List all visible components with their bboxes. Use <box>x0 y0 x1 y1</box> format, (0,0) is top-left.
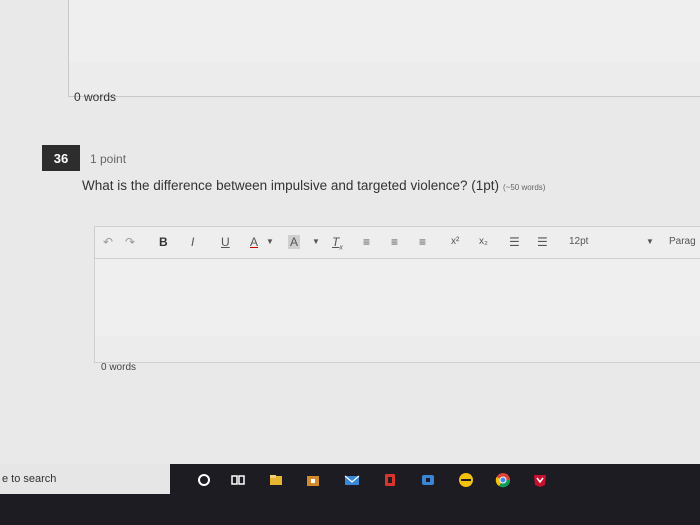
font-color-dropdown-icon[interactable]: ▼ <box>266 235 274 249</box>
superscript-button[interactable]: x² <box>451 235 459 249</box>
clear-formatting-icon[interactable]: Tx <box>332 235 343 255</box>
store-icon[interactable] <box>305 472 321 488</box>
align-center-icon[interactable]: ≡ <box>391 235 398 249</box>
editor-toolbar: ↶ ↷ B I U A ▼ A ▼ Tx ≡ ≡ ≡ x² x₂ ☰ ☰ 12p… <box>94 226 700 259</box>
taskbar-search-box[interactable]: e to search <box>0 464 170 494</box>
question-text: What is the difference between impulsive… <box>82 178 545 193</box>
previous-answer-editor[interactable] <box>68 0 700 63</box>
question-hint: (~50 words) <box>503 183 546 192</box>
undo-icon[interactable]: ↶ <box>103 235 113 249</box>
question-number-badge: 36 <box>42 145 80 171</box>
numbered-list-icon[interactable]: ☰ <box>537 235 548 249</box>
subscript-button[interactable]: x₂ <box>479 235 488 249</box>
question-points: 1 point <box>90 152 127 166</box>
mcafee-icon[interactable] <box>532 472 548 488</box>
sticky-notes-icon[interactable] <box>458 472 474 488</box>
font-size-select[interactable]: 12pt <box>569 235 588 249</box>
answer-text-area[interactable] <box>94 258 700 337</box>
redo-icon[interactable]: ↷ <box>125 235 135 249</box>
paragraph-format-select[interactable]: Parag <box>669 235 696 249</box>
align-left-icon[interactable]: ≡ <box>363 235 370 249</box>
font-size-dropdown-icon[interactable]: ▼ <box>646 235 654 249</box>
cortana-icon[interactable] <box>196 472 212 488</box>
italic-button[interactable]: I <box>191 235 194 249</box>
bold-button[interactable]: B <box>159 235 168 249</box>
windows-taskbar: e to search <box>0 464 700 525</box>
file-explorer-icon[interactable] <box>268 472 284 488</box>
answer-editor-footer: 0 words <box>94 336 700 373</box>
task-view-icon[interactable] <box>230 472 246 488</box>
camera-icon[interactable] <box>420 472 436 488</box>
highlight-dropdown-icon[interactable]: ▼ <box>312 235 320 249</box>
chrome-icon[interactable] <box>495 472 511 488</box>
office-icon[interactable] <box>382 472 398 488</box>
question-prompt: What is the difference between impulsive… <box>82 178 499 193</box>
word-count: 0 words <box>101 362 137 373</box>
word-count: 0 words <box>74 90 117 104</box>
font-color-button[interactable]: A <box>250 235 258 249</box>
bullet-list-icon[interactable]: ☰ <box>509 235 520 249</box>
underline-button[interactable]: U <box>221 235 230 249</box>
mail-icon[interactable] <box>344 472 360 488</box>
previous-answer-footer: 0 words <box>68 62 700 104</box>
highlight-color-button[interactable]: A <box>288 235 301 249</box>
align-right-icon[interactable]: ≡ <box>419 235 426 249</box>
